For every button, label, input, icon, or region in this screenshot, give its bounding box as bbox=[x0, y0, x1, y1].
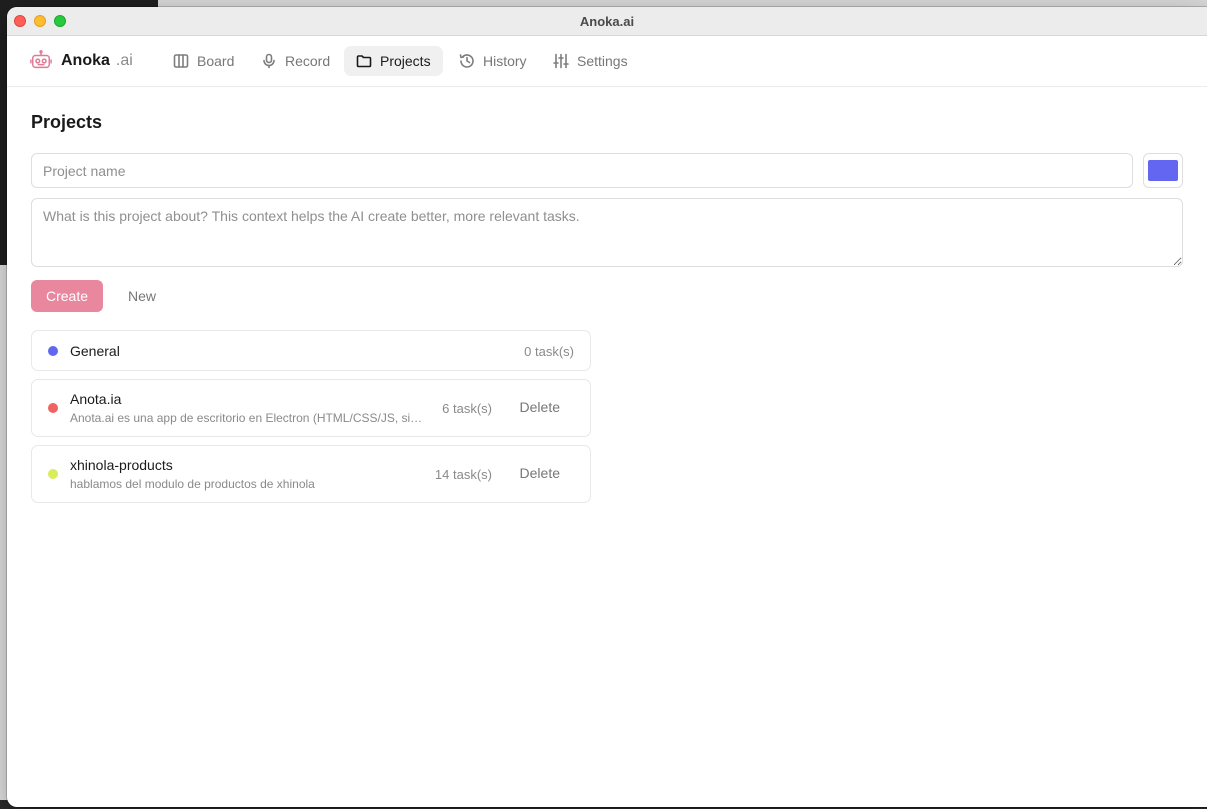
nav-item-board[interactable]: Board bbox=[161, 46, 246, 76]
maximize-window-button[interactable] bbox=[54, 15, 66, 27]
robot-icon bbox=[30, 50, 52, 69]
nav-item-label: History bbox=[483, 53, 527, 69]
nav-item-settings[interactable]: Settings bbox=[541, 46, 640, 76]
project-color-dot bbox=[48, 403, 58, 413]
project-item-general[interactable]: General 0 task(s) bbox=[31, 330, 591, 371]
nav-item-history[interactable]: History bbox=[447, 46, 539, 76]
project-name: xhinola-products bbox=[70, 457, 173, 473]
nav-item-projects[interactable]: Projects bbox=[344, 46, 443, 76]
page-title: Projects bbox=[31, 112, 103, 132]
title-bar[interactable]: Anoka.ai bbox=[7, 7, 1207, 36]
project-description: hablamos del modulo de productos de xhin… bbox=[70, 477, 315, 491]
sliders-icon bbox=[553, 53, 569, 69]
app-window: Anoka.ai Anoka .ai Board Record Projects… bbox=[7, 7, 1207, 807]
project-task-count: 6 task(s) bbox=[442, 401, 492, 416]
minimize-window-button[interactable] bbox=[34, 15, 46, 27]
delete-project-button[interactable]: Delete bbox=[520, 465, 560, 481]
create-button[interactable]: Create bbox=[31, 280, 103, 312]
folder-icon bbox=[356, 55, 372, 68]
window-title: Anoka.ai bbox=[579, 13, 635, 29]
project-color-dot bbox=[48, 469, 58, 479]
nav-item-record[interactable]: Record bbox=[249, 46, 342, 76]
history-icon bbox=[459, 54, 474, 68]
brand-name: Anoka bbox=[61, 52, 110, 69]
delete-project-button[interactable]: Delete bbox=[520, 399, 560, 415]
brand-suffix: .ai bbox=[115, 52, 133, 69]
microphone-icon bbox=[263, 53, 275, 69]
brand[interactable]: Anoka .ai bbox=[30, 48, 133, 74]
project-item-anota[interactable]: Anota.ia Anota.ai es una app de escritor… bbox=[31, 379, 591, 437]
project-name: General bbox=[70, 343, 120, 359]
project-list: General 0 task(s) Anota.ia Anota.ai es u… bbox=[31, 330, 591, 511]
top-navigation: Anoka .ai Board Record Projects History … bbox=[7, 36, 1207, 87]
new-button[interactable]: New bbox=[116, 280, 168, 312]
project-name: Anota.ia bbox=[70, 391, 122, 407]
columns-icon bbox=[173, 54, 189, 68]
project-task-count: 0 task(s) bbox=[524, 344, 574, 359]
close-window-button[interactable] bbox=[14, 15, 26, 27]
project-item-xhinola-products[interactable]: xhinola-products hablamos del modulo de … bbox=[31, 445, 591, 503]
project-task-count: 14 task(s) bbox=[434, 467, 492, 482]
color-swatch bbox=[1148, 160, 1178, 181]
nav-item-label: Record bbox=[285, 53, 331, 69]
project-color-picker[interactable] bbox=[1143, 153, 1183, 188]
nav-item-label: Projects bbox=[380, 53, 431, 69]
project-color-dot bbox=[48, 346, 58, 356]
project-description: Anota.ai es una app de escritorio en Ele… bbox=[70, 411, 428, 425]
nav-item-label: Settings bbox=[577, 53, 628, 69]
nav-item-label: Board bbox=[197, 53, 235, 69]
project-description-input[interactable] bbox=[31, 198, 1183, 267]
project-name-input[interactable] bbox=[31, 153, 1133, 188]
